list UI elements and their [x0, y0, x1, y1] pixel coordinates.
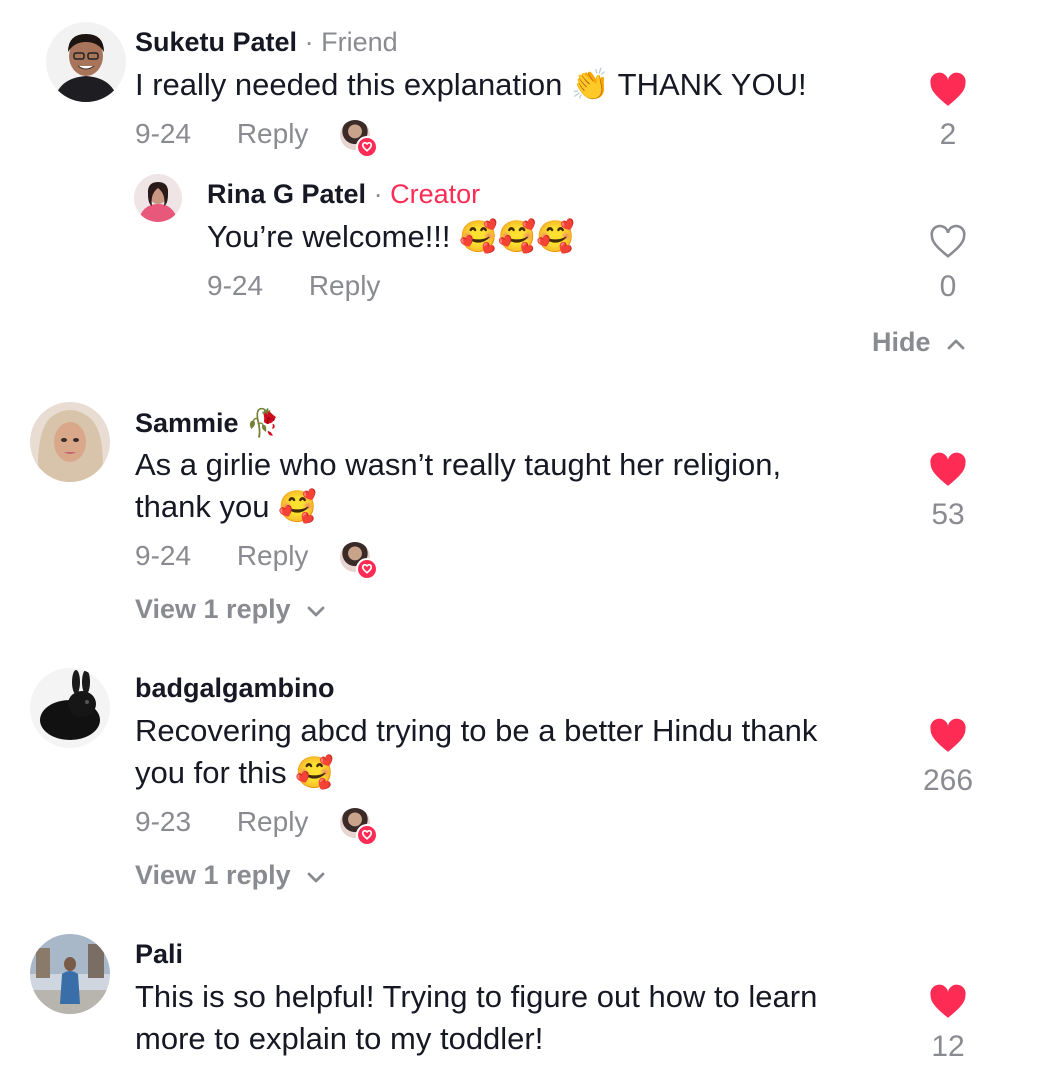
reply-button[interactable]: Reply — [237, 540, 309, 571]
like-count: 2 — [939, 118, 957, 151]
comment-text-line: This is so helpful! Trying to figure out… — [135, 979, 818, 1014]
creator-liked-avatar — [340, 120, 378, 158]
comment-text-line: Recovering abcd trying to be a better Hi… — [135, 713, 818, 748]
username-text[interactable]: Suketu Patel — [135, 27, 297, 57]
heart-filled-icon[interactable] — [929, 452, 967, 488]
like-count: 0 — [939, 270, 957, 303]
comment-text: As a girlie who wasn’t really taught her… — [135, 444, 895, 528]
comment-username[interactable]: Pali — [135, 939, 183, 970]
view-replies-button[interactable]: View 1 reply — [135, 594, 326, 625]
chevron-up-icon — [947, 339, 965, 350]
heart-filled-icon[interactable] — [929, 984, 967, 1020]
comment-username[interactable]: Sammie 🥀 — [135, 407, 280, 439]
comment-text-line: As a girlie who wasn’t really taught her… — [135, 447, 782, 482]
heart-badge-icon — [356, 136, 378, 158]
avatar[interactable] — [30, 402, 110, 482]
reply-button[interactable]: Reply — [237, 118, 309, 149]
comment-date: 9-24 — [135, 118, 192, 149]
like-count: 266 — [922, 764, 974, 797]
avatar[interactable] — [46, 22, 126, 102]
chevron-down-icon — [307, 606, 325, 617]
heart-badge-icon — [356, 558, 378, 580]
reply-button[interactable]: Reply — [309, 270, 381, 301]
comment-meta: 9-24 Reply — [135, 118, 308, 150]
comment-meta: 9-24 Reply — [135, 540, 308, 572]
comment-text-line: thank you 🥰 — [135, 489, 317, 524]
hide-label[interactable]: Hide — [872, 327, 931, 357]
username-text[interactable]: Rina G Patel — [207, 179, 366, 209]
separator-dot: · — [304, 27, 314, 57]
like-count: 12 — [931, 1030, 965, 1063]
comment-text-line: you for this 🥰 — [135, 755, 334, 790]
comment-date: 9-24 — [135, 540, 192, 571]
heart-filled-icon[interactable] — [929, 72, 967, 108]
view-replies-button[interactable]: View 1 reply — [135, 860, 326, 891]
heart-badge-icon — [356, 824, 378, 846]
heart-filled-icon[interactable] — [929, 718, 967, 754]
creator-liked-avatar — [340, 542, 378, 580]
avatar[interactable] — [30, 934, 110, 1014]
comment-meta: 9-23 Reply — [135, 806, 308, 838]
comment-meta: 9-24 Reply — [207, 270, 380, 302]
view-replies-label[interactable]: View 1 reply — [135, 594, 291, 624]
avatar[interactable] — [30, 668, 110, 748]
reply-button[interactable]: Reply — [237, 806, 309, 837]
hide-replies-button[interactable]: Hide — [872, 327, 966, 358]
separator-dot: · — [373, 179, 383, 209]
comment-username[interactable]: Suketu Patel · Friend — [135, 27, 398, 58]
comment-text: Recovering abcd trying to be a better Hi… — [135, 710, 895, 794]
comment-text: I really needed this explanation 👏 THANK… — [135, 67, 807, 102]
comment-username[interactable]: Rina G Patel · Creator — [207, 179, 480, 210]
like-count: 53 — [931, 498, 965, 531]
comment-text: This is so helpful! Trying to figure out… — [135, 976, 895, 1060]
comment-text: You’re welcome!!! 🥰🥰🥰 — [207, 219, 575, 254]
view-replies-label[interactable]: View 1 reply — [135, 860, 291, 890]
creator-tag: Creator — [390, 179, 481, 209]
creator-liked-avatar — [340, 808, 378, 846]
comment-username[interactable]: badgalgambino — [135, 673, 335, 704]
chevron-down-icon — [307, 872, 325, 883]
comment-text-line: more to explain to my toddler! — [135, 1021, 544, 1056]
avatar[interactable] — [134, 174, 182, 222]
comment-date: 9-23 — [135, 806, 192, 837]
comment-date: 9-24 — [207, 270, 264, 301]
friend-tag: Friend — [321, 27, 398, 57]
heart-outline-icon[interactable] — [929, 224, 967, 260]
